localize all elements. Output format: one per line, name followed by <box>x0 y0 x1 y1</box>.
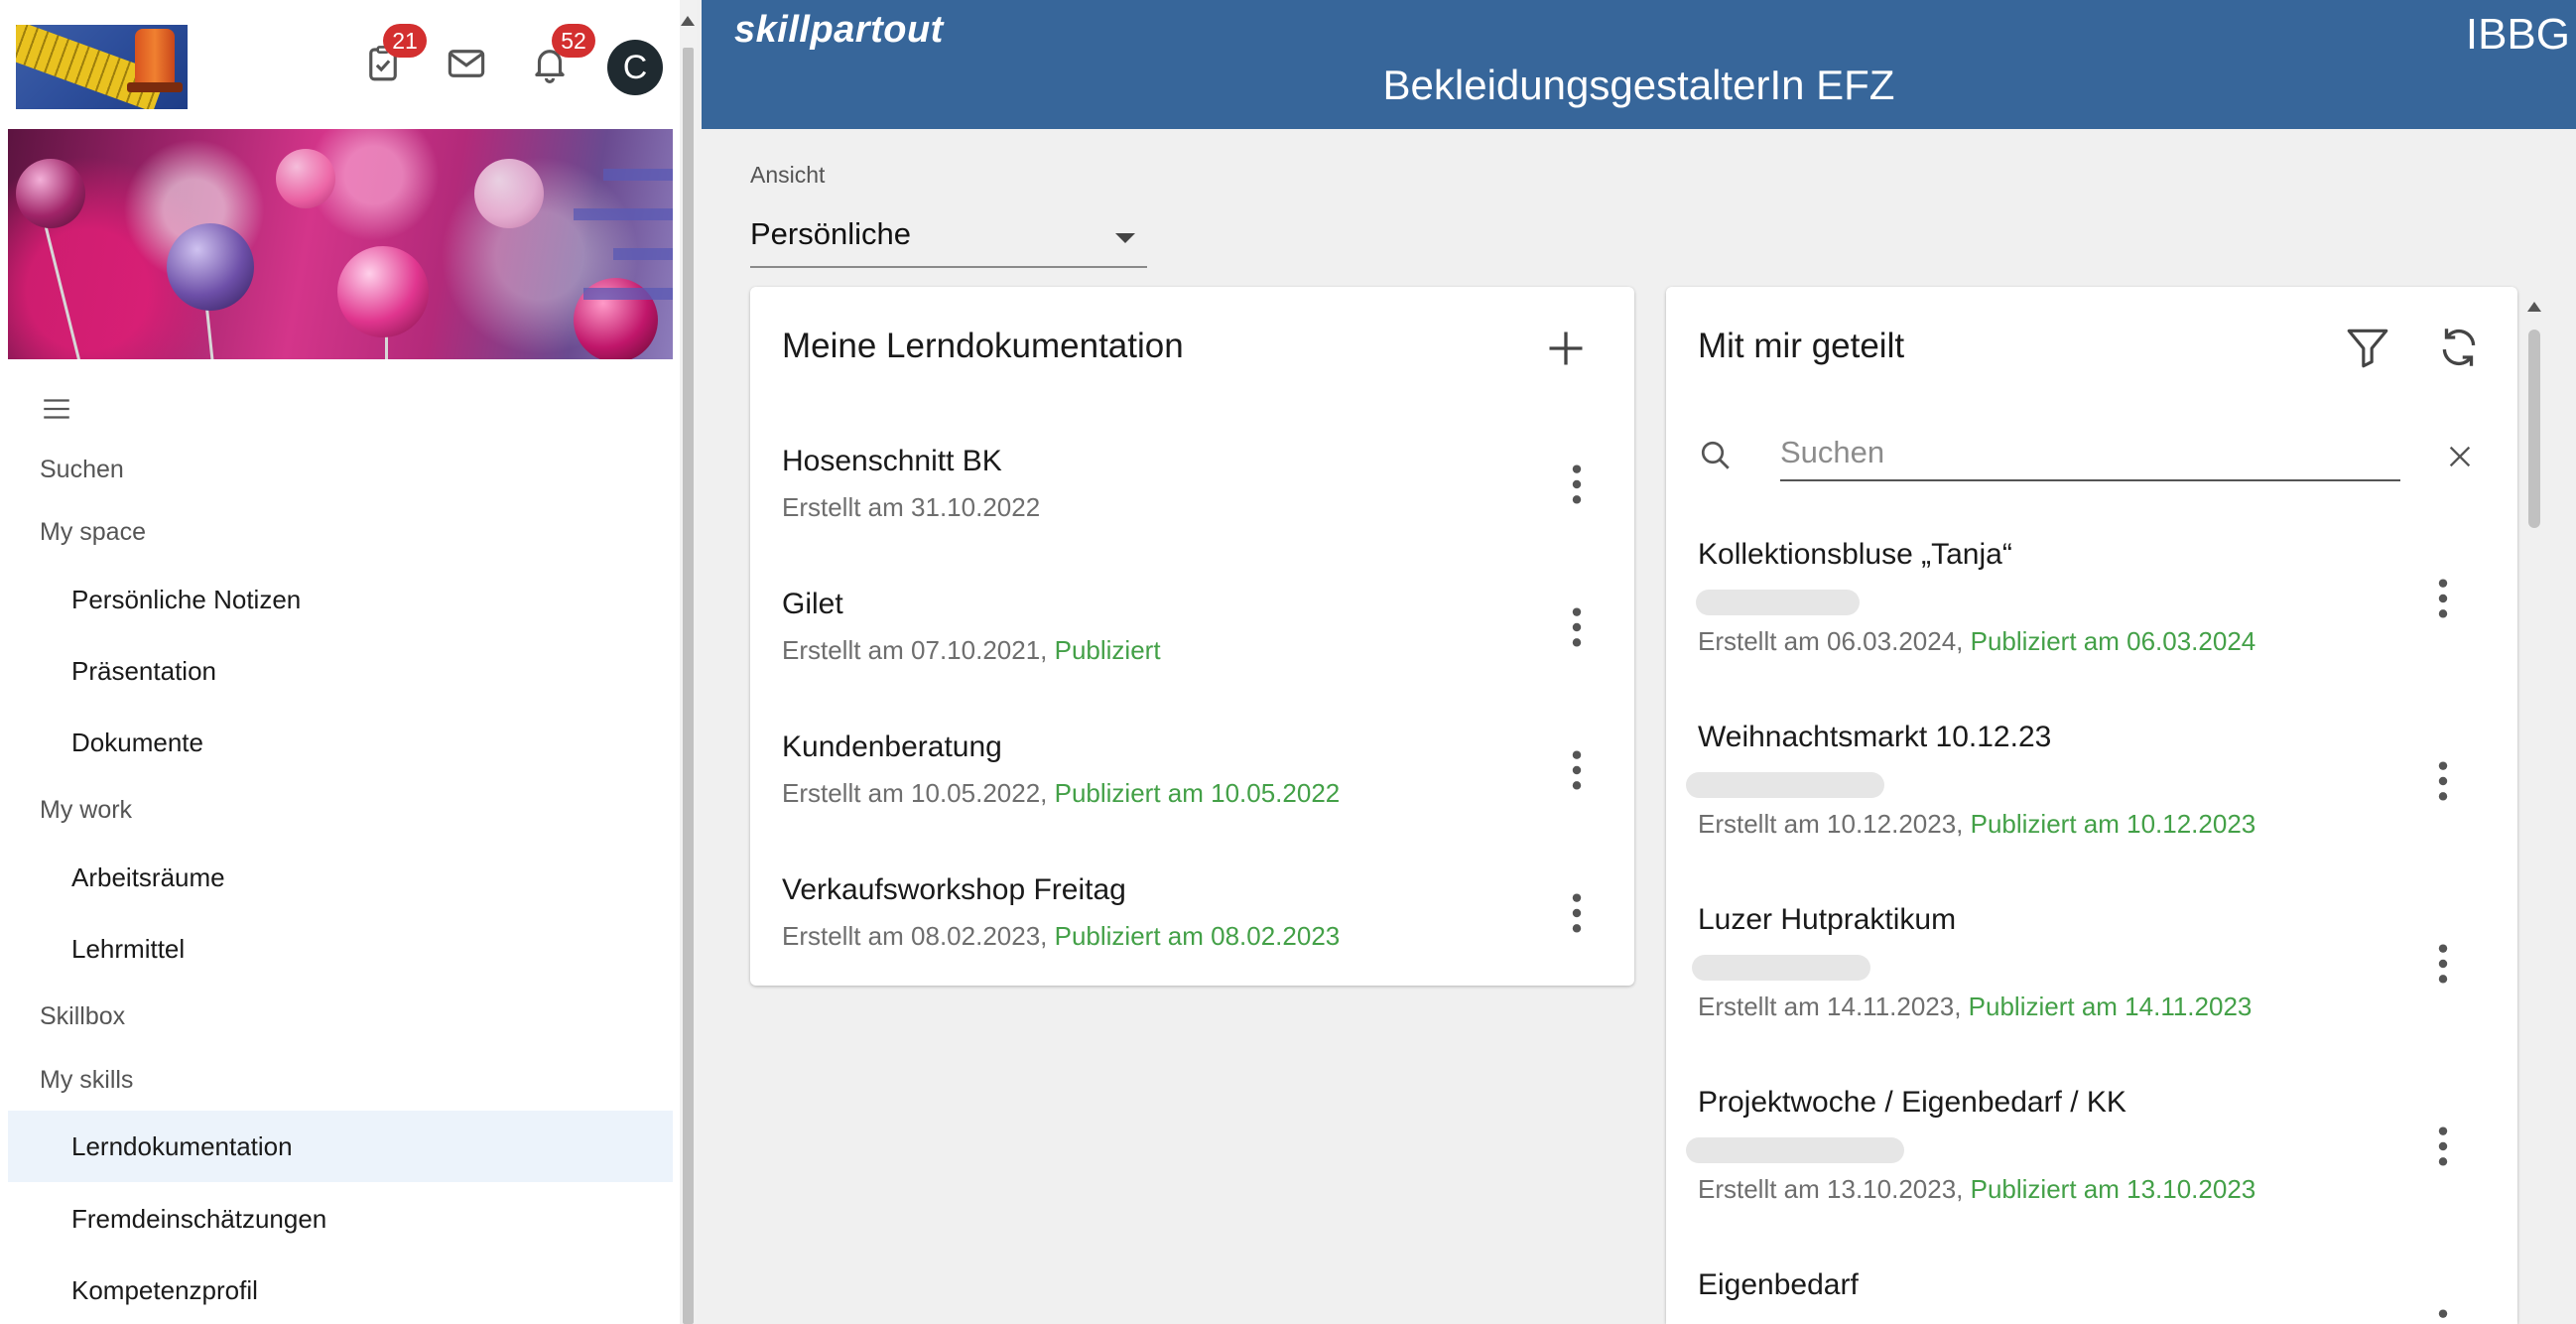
more-options-icon[interactable] <box>2423 571 2463 626</box>
item-published: Publiziert am 10.05.2022 <box>1054 778 1341 808</box>
mail-icon <box>448 50 485 77</box>
item-published: Publiziert am 13.10.2023 <box>1970 1174 2256 1204</box>
item-title: Gilet <box>782 588 843 620</box>
item-title: Kollektionsbluse „Tanja“ <box>1698 538 2012 571</box>
item-title: Eigenbedarf <box>1698 1268 1859 1301</box>
dropdown-arrow-icon <box>1115 233 1135 243</box>
item-title: Projektwoche / Eigenbedarf / KK <box>1698 1086 2126 1119</box>
item-meta: Erstellt am 10.12.2023, Publiziert am 10… <box>1698 809 2255 840</box>
more-options-icon[interactable] <box>1557 742 1597 798</box>
app-header: skillpartout BekleidungsgestalterIn EFZ … <box>702 0 2576 129</box>
messages-button[interactable] <box>443 40 490 87</box>
item-created: Erstellt am 10.12.2023, <box>1698 809 1971 839</box>
item-created: Erstellt am 07.10.2021, <box>782 635 1055 665</box>
redacted-author <box>1686 1137 1904 1163</box>
more-options-icon[interactable] <box>1557 885 1597 941</box>
user-avatar[interactable]: C <box>607 40 663 95</box>
shared-list-scrollbar[interactable] <box>2518 290 2548 1324</box>
item-meta: Erstellt am 10.05.2022, Publiziert am 10… <box>782 778 1340 809</box>
more-options-icon[interactable] <box>2423 1301 2463 1324</box>
sidebar-section-my-work[interactable]: My work <box>0 774 673 846</box>
redacted-author <box>1692 955 1870 981</box>
item-created: Erstellt am 06.03.2024, <box>1698 626 1971 656</box>
page-title: BekleidungsgestalterIn EFZ <box>1382 62 1895 108</box>
item-created: Erstellt am 10.05.2022, <box>782 778 1055 808</box>
organization-label: IBBG <box>2465 10 2570 59</box>
item-title: Hosenschnitt BK <box>782 445 1002 477</box>
item-meta: Erstellt am 13.10.2023, Publiziert am 13… <box>1698 1174 2255 1205</box>
item-created: Erstellt am 08.02.2023, <box>782 921 1055 951</box>
notifications-badge: 52 <box>552 24 595 58</box>
filter-icon[interactable] <box>2343 323 2392 372</box>
scroll-up-arrow-icon[interactable] <box>2527 302 2541 312</box>
sidebar-scrollbar[interactable] <box>680 0 697 1324</box>
sidebar-section-my-skills[interactable]: My skills <box>0 1044 673 1116</box>
sidebar-scrollbar-thumb[interactable] <box>683 48 694 1324</box>
more-options-icon[interactable] <box>1557 599 1597 655</box>
sidebar-section-my-space[interactable]: My space <box>0 496 673 568</box>
search-field[interactable] <box>1780 426 2400 481</box>
item-created: Erstellt am 13.10.2023, <box>1698 1174 1971 1204</box>
sidebar-item-personal-notes[interactable]: Persönliche Notizen <box>0 564 673 635</box>
item-published: Publiziert am 14.11.2023 <box>1968 992 2253 1021</box>
clear-search-icon[interactable] <box>2444 441 2476 472</box>
scroll-up-arrow-icon[interactable] <box>681 16 695 26</box>
redacted-author <box>1686 772 1884 798</box>
sidebar-item-search[interactable]: Suchen <box>0 434 673 505</box>
tasks-badge: 21 <box>383 24 427 58</box>
item-meta: Erstellt am 07.10.2021, Publiziert <box>782 635 1161 666</box>
more-options-icon[interactable] <box>2423 753 2463 809</box>
more-options-icon[interactable] <box>2423 1119 2463 1174</box>
item-published: Publiziert am 10.12.2023 <box>1970 809 2256 839</box>
item-title: Weihnachtsmarkt 10.12.23 <box>1698 721 2052 753</box>
app-logo[interactable] <box>16 25 188 109</box>
item-title: Kundenberatung <box>782 730 1002 763</box>
notifications-button[interactable]: 52 <box>526 24 595 87</box>
item-published: Publiziert am 08.02.2023 <box>1054 921 1341 951</box>
view-select-label: Ansicht <box>750 162 826 188</box>
tasks-button[interactable]: 21 <box>359 24 427 87</box>
redacted-author <box>1696 590 1860 615</box>
sidebar-item-teaching-materials[interactable]: Lehrmittel <box>0 913 673 985</box>
refresh-icon[interactable] <box>2434 323 2484 372</box>
sidebar-item-documents[interactable]: Dokumente <box>0 707 673 778</box>
item-published: Publiziert am 06.03.2024 <box>1970 626 2256 656</box>
add-icon[interactable] <box>1544 327 1588 370</box>
item-created: Erstellt am 31.10.2022 <box>782 492 1041 522</box>
shared-list-scrollbar-thumb[interactable] <box>2528 330 2540 528</box>
sidebar-item-presentation[interactable]: Präsentation <box>0 635 673 707</box>
more-options-icon[interactable] <box>1557 457 1597 512</box>
item-meta: Erstellt am 31.10.2022 <box>782 492 1040 523</box>
brand-logo-text[interactable]: skillpartout <box>734 9 944 52</box>
hamburger-menu-icon[interactable] <box>40 392 73 426</box>
sidebar-item-learning-documentation[interactable]: Lerndokumentation <box>8 1111 673 1182</box>
sidebar-item-skillbox[interactable]: Skillbox <box>0 981 673 1052</box>
view-select[interactable]: Persönliche <box>750 208 1147 268</box>
sidebar: 21 52 C Suchen My space Persönliche Noti… <box>0 0 680 1324</box>
my-learning-docs-card: Meine Lerndokumentation Hosenschnitt BK … <box>750 287 1634 986</box>
search-input[interactable] <box>1780 426 2400 479</box>
item-created: Erstellt am 14.11.2023, <box>1698 992 1969 1021</box>
sidebar-item-workspaces[interactable]: Arbeitsräume <box>0 842 673 913</box>
search-icon <box>1698 438 1734 473</box>
sidebar-item-competence-profile[interactable]: Kompetenzprofil <box>0 1255 673 1324</box>
sidebar-banner-image <box>8 129 673 359</box>
item-published: Publiziert <box>1054 635 1161 665</box>
sidebar-item-external-assessments[interactable]: Fremdeinschätzungen <box>0 1183 673 1255</box>
item-meta: Erstellt am 14.11.2023, Publiziert am 14… <box>1698 992 2252 1022</box>
card-title: Meine Lerndokumentation <box>782 327 1184 365</box>
view-select-value: Persönliche <box>750 216 911 251</box>
item-title: Verkaufsworkshop Freitag <box>782 873 1126 906</box>
item-meta: Erstellt am 06.03.2024, Publiziert am 06… <box>1698 626 2255 657</box>
shared-with-me-card: Mit mir geteilt Kollektionsbluse „Tanja“… <box>1666 287 2517 1324</box>
item-title: Luzer Hutpraktikum <box>1698 903 1957 936</box>
card-title: Mit mir geteilt <box>1698 327 1905 365</box>
item-meta: Erstellt am 08.02.2023, Publiziert am 08… <box>782 921 1340 952</box>
more-options-icon[interactable] <box>2423 936 2463 992</box>
